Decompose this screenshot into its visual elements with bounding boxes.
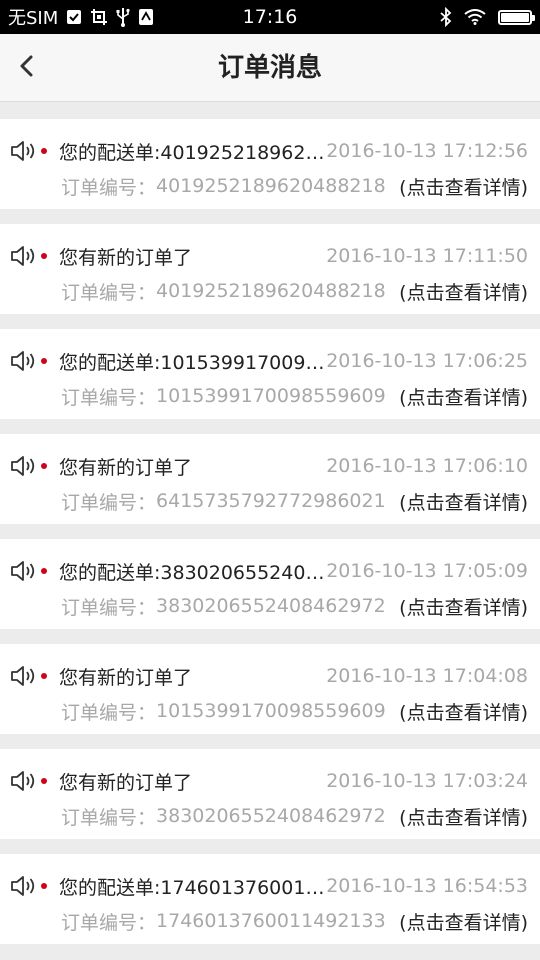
view-detail-link[interactable]: (点击查看详情) xyxy=(399,698,528,725)
wifi-icon xyxy=(464,9,486,25)
order-label: 订单编号： xyxy=(61,491,157,514)
speaker-icon xyxy=(10,873,40,899)
order-number: 3830206552408462972 xyxy=(156,805,386,827)
view-detail-link[interactable]: (点击查看详情) xyxy=(399,803,528,830)
view-detail-link[interactable]: (点击查看详情) xyxy=(399,593,528,620)
unread-dot xyxy=(41,778,47,784)
checkbox-icon xyxy=(66,9,82,25)
carrier-text: 无SIM xyxy=(8,8,59,29)
message-body: 订单编号： 3830206552408462972 (点击查看详情) xyxy=(61,801,528,831)
message-title: 您有新的订单了 xyxy=(58,456,192,479)
message-body: 订单编号： 1015399170098559609 (点击查看详情) xyxy=(61,696,528,726)
message-header: 您的配送单:174601376001149... 2016-10-13 16:5… xyxy=(10,868,528,904)
unread-dot xyxy=(41,463,47,469)
page-title: 订单消息 xyxy=(217,53,322,83)
status-left: 无SIM xyxy=(8,4,154,30)
usb-icon xyxy=(116,7,130,27)
debug-icon xyxy=(138,8,154,26)
message-item[interactable]: 您有新的订单了 2016-10-13 17:03:24 订单编号： 383020… xyxy=(0,749,540,839)
speaker-icon xyxy=(10,558,40,584)
unread-dot xyxy=(41,568,47,574)
message-time: 2016-10-13 16:54:53 xyxy=(326,875,528,897)
message-title: 您的配送单:383020655240846... xyxy=(58,561,326,584)
unread-dot xyxy=(41,253,47,259)
message-title: 您有新的订单了 xyxy=(58,771,192,794)
message-time: 2016-10-13 17:04:08 xyxy=(326,665,528,687)
order-number: 1746013760011492133 xyxy=(156,910,386,932)
order-number: 1015399170098559609 xyxy=(156,700,386,722)
speaker-icon xyxy=(10,768,40,794)
message-title: 您有新的订单了 xyxy=(58,666,192,689)
speaker-icon xyxy=(10,243,40,269)
unread-dot xyxy=(41,673,47,679)
message-header: 您的配送单:401925218962048... 2016-10-13 17:1… xyxy=(10,133,528,169)
view-detail-link[interactable]: (点击查看详情) xyxy=(399,908,528,935)
message-header: 您有新的订单了 2016-10-13 17:06:10 xyxy=(10,448,528,484)
view-detail-link[interactable]: (点击查看详情) xyxy=(399,173,528,200)
view-detail-link[interactable]: (点击查看详情) xyxy=(399,488,528,515)
message-body: 订单编号： 1746013760011492133 (点击查看详情) xyxy=(61,906,528,936)
message-item[interactable]: 您的配送单:101539917009855... 2016-10-13 17:0… xyxy=(0,329,540,419)
status-right xyxy=(440,7,535,27)
message-body: 订单编号： 1015399170098559609 (点击查看详情) xyxy=(61,381,528,411)
message-item[interactable]: 您有新的订单了 2016-10-13 17:06:10 订单编号： 641573… xyxy=(0,434,540,524)
speaker-icon xyxy=(10,138,40,164)
view-detail-link[interactable]: (点击查看详情) xyxy=(399,278,528,305)
message-item[interactable]: 您有新的订单了 2016-10-13 17:11:50 订单编号： 401925… xyxy=(0,224,540,314)
status-bar: 无SIM 17:16 xyxy=(0,0,540,34)
order-label: 订单编号： xyxy=(61,596,157,619)
message-header: 您有新的订单了 2016-10-13 17:03:24 xyxy=(10,763,528,799)
unread-dot xyxy=(41,148,47,154)
message-header: 您的配送单:383020655240846... 2016-10-13 17:0… xyxy=(10,553,528,589)
message-list: 您的配送单:401925218962048... 2016-10-13 17:1… xyxy=(0,119,540,959)
message-time: 2016-10-13 17:05:09 xyxy=(326,560,528,582)
order-number: 4019252189620488218 xyxy=(156,280,386,302)
order-label: 订单编号： xyxy=(61,386,157,409)
message-body: 订单编号： 4019252189620488218 (点击查看详情) xyxy=(61,171,528,201)
order-number: 1015399170098559609 xyxy=(156,385,386,407)
order-label: 订单编号： xyxy=(61,176,157,199)
battery-icon xyxy=(498,9,535,25)
bluetooth-icon xyxy=(440,7,452,27)
speaker-icon xyxy=(10,348,40,374)
message-title: 您的配送单:101539917009855... xyxy=(58,351,326,374)
message-body: 订单编号： 3830206552408462972 (点击查看详情) xyxy=(61,591,528,621)
order-label: 订单编号： xyxy=(61,701,157,724)
message-time: 2016-10-13 17:06:10 xyxy=(326,455,528,477)
message-body: 订单编号： 4019252189620488218 (点击查看详情) xyxy=(61,276,528,306)
message-header: 您有新的订单了 2016-10-13 17:04:08 xyxy=(10,658,528,694)
unread-dot xyxy=(41,883,47,889)
message-item[interactable]: 您的配送单:383020655240846... 2016-10-13 17:0… xyxy=(0,539,540,629)
view-detail-link[interactable]: (点击查看详情) xyxy=(399,383,528,410)
message-header: 您有新的订单了 2016-10-13 17:11:50 xyxy=(10,238,528,274)
speaker-icon xyxy=(10,663,40,689)
message-title: 您的配送单:401925218962048... xyxy=(58,141,326,164)
message-time: 2016-10-13 17:06:25 xyxy=(326,350,528,372)
message-title: 您的配送单:174601376001149... xyxy=(58,876,326,899)
message-item[interactable]: 您有新的订单了 2016-10-13 17:04:08 订单编号： 101539… xyxy=(0,644,540,734)
message-time: 2016-10-13 17:12:56 xyxy=(326,140,528,162)
speaker-icon xyxy=(10,453,40,479)
order-label: 订单编号： xyxy=(61,281,157,304)
order-number: 3830206552408462972 xyxy=(156,595,386,617)
unread-dot xyxy=(41,358,47,364)
order-label: 订单编号： xyxy=(61,911,157,934)
message-time: 2016-10-13 17:03:24 xyxy=(326,770,528,792)
nav-bar: 订单消息 xyxy=(0,34,540,102)
message-item[interactable]: 您的配送单:174601376001149... 2016-10-13 16:5… xyxy=(0,854,540,944)
message-body: 订单编号： 6415735792772986021 (点击查看详情) xyxy=(61,486,528,516)
order-label: 订单编号： xyxy=(61,806,157,829)
order-number: 4019252189620488218 xyxy=(156,175,386,197)
order-number: 6415735792772986021 xyxy=(156,490,386,512)
message-time: 2016-10-13 17:11:50 xyxy=(326,245,528,267)
message-item[interactable]: 您的配送单:401925218962048... 2016-10-13 17:1… xyxy=(0,119,540,209)
message-header: 您的配送单:101539917009855... 2016-10-13 17:0… xyxy=(10,343,528,379)
screenshot-icon xyxy=(90,8,108,26)
message-title: 您有新的订单了 xyxy=(58,246,192,269)
